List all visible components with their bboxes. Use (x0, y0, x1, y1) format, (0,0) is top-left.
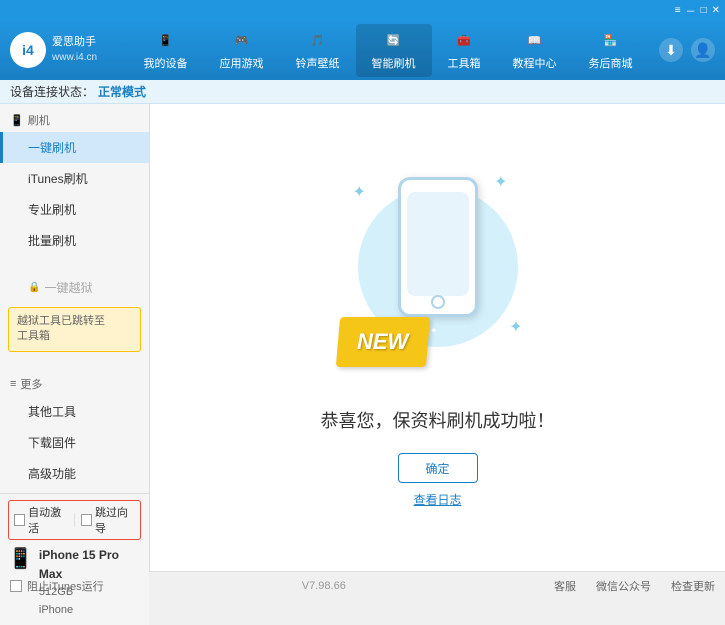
itunes-checkbox[interactable] (10, 580, 22, 592)
sparkle-icon-2: ✦ (494, 172, 507, 192)
illustration-phone-body (398, 177, 478, 317)
auto-activate-check[interactable] (14, 514, 25, 526)
view-log-link[interactable]: 查看日志 (413, 491, 461, 508)
sidebar: 📱 刷机 一键刷机 iTunes刷机 专业刷机 批量刷机 🔒 一键越狱 (0, 104, 150, 571)
flash-group-icon: 📱 (10, 114, 24, 127)
nav-tutorials[interactable]: 📖 教程中心 (497, 24, 573, 77)
auto-activate-row: 自动激活 跳过向导 (8, 500, 141, 540)
checkbox-divider (74, 513, 75, 527)
wifi-icon: ≡ (675, 5, 681, 16)
new-badge: ✦✦ NEW ✦ (335, 317, 429, 367)
stars-right: ✦ (429, 326, 436, 335)
nav-apps-games[interactable]: 🎮 应用游戏 (204, 24, 280, 77)
auto-activate-checkbox[interactable]: 自动激活 (14, 504, 68, 536)
sidebar-jailbreak-section: 🔒 一键越狱 越狱工具已跳转至工具箱 (0, 268, 149, 360)
time-activate-label: 跳过向导 (95, 504, 135, 536)
time-activate-check[interactable] (81, 514, 92, 526)
status-link-customer-service[interactable]: 客服 (554, 578, 576, 594)
time-activate-checkbox[interactable]: 跳过向导 (81, 504, 135, 536)
breadcrumb-status: 正常模式 (98, 83, 146, 100)
breadcrumb-prefix: 设备连接状态： (10, 83, 94, 100)
nav-bar: 📱 我的设备 🎮 应用游戏 🎵 铃声壁纸 🔄 智能刷机 🧰 工具箱 📖 教程中心… (117, 24, 659, 77)
sidebar-one-key-flash[interactable]: 一键刷机 (0, 132, 149, 163)
service-icon: 🏪 (597, 30, 625, 52)
sparkle-icon-3: ✦ (509, 317, 522, 337)
jailbreak-notice: 越狱工具已跳转至工具箱 (8, 307, 141, 352)
ringtones-icon: 🎵 (304, 30, 332, 52)
apps-icon: 🎮 (228, 30, 256, 52)
minimize-icon[interactable]: － (686, 3, 696, 18)
more-group-label: ≡ 更多 (0, 372, 149, 396)
success-message: 恭喜您，保资料刷机成功啦！ (321, 407, 555, 433)
download-button[interactable]: ⬇ (659, 38, 683, 62)
sidebar-more-section: ≡ 更多 其他工具 下载固件 高级功能 (0, 368, 149, 493)
toolbox-icon: 🧰 (450, 30, 478, 52)
sidebar-device-bottom: 自动激活 跳过向导 📱 iPhone 15 Pro Max 512GB iPho… (0, 493, 149, 625)
sidebar-jailbreak-label: 🔒 一键越狱 (0, 272, 149, 303)
device-phone-icon: 📱 (8, 546, 33, 571)
more-group-icon: ≡ (10, 378, 16, 390)
main-content: ✦ ✦ ✦ ✦✦ NEW ✦ 恭喜您，保资料刷机成功啦！ 确定 查看日志 (150, 104, 725, 571)
maximize-icon[interactable]: □ (701, 5, 707, 16)
window-controls-bar: ≡ － □ ✕ (0, 0, 725, 20)
stars-left: ✦✦ (324, 326, 338, 335)
device-bottom-panel: 自动激活 跳过向导 📱 iPhone 15 Pro Max 512GB iPho… (0, 493, 149, 625)
nav-my-device[interactable]: 📱 我的设备 (128, 24, 204, 77)
sidebar-pro-flash[interactable]: 专业刷机 (0, 194, 149, 225)
itunes-control: 阻止iTunes运行 (10, 578, 104, 594)
sidebar-batch-flash[interactable]: 批量刷机 (0, 225, 149, 256)
status-link-wechat[interactable]: 微信公众号 (596, 578, 651, 594)
auto-activate-label: 自动激活 (28, 504, 68, 536)
itunes-label: 阻止iTunes运行 (27, 578, 104, 594)
sidebar-download-firmware[interactable]: 下载固件 (0, 427, 149, 458)
close-icon[interactable]: ✕ (712, 5, 720, 16)
logo-area: i4 爱思助手 www.i4.cn (10, 32, 97, 68)
nav-service[interactable]: 🏪 务后商城 (573, 24, 649, 77)
lock-icon: 🔒 (28, 282, 40, 293)
breadcrumb-bar: 设备连接状态： 正常模式 (0, 80, 725, 104)
confirm-button[interactable]: 确定 (398, 453, 478, 483)
device-type: iPhone (39, 602, 141, 620)
sparkle-icon-1: ✦ (353, 182, 366, 202)
logo-icon: i4 (10, 32, 46, 68)
version-label: V7.98.66 (302, 580, 346, 592)
tutorials-icon: 📖 (521, 30, 549, 52)
status-link-update[interactable]: 检查更新 (671, 578, 715, 594)
main-layout: 📱 刷机 一键刷机 iTunes刷机 专业刷机 批量刷机 🔒 一键越狱 (0, 104, 725, 571)
phone-illustration: ✦ ✦ ✦ ✦✦ NEW ✦ (348, 167, 528, 387)
sidebar-advanced[interactable]: 高级功能 (0, 458, 149, 489)
illustration-phone-screen (407, 192, 469, 296)
status-links: 客服 微信公众号 检查更新 (554, 578, 715, 594)
sidebar-other-tools[interactable]: 其他工具 (0, 396, 149, 427)
my-device-icon: 📱 (152, 30, 180, 52)
smart-flash-icon: 🔄 (380, 30, 408, 52)
user-button[interactable]: 👤 (691, 38, 715, 62)
illustration-phone-home (431, 295, 445, 309)
nav-toolbox[interactable]: 🧰 工具箱 (432, 24, 497, 77)
header: i4 爱思助手 www.i4.cn 📱 我的设备 🎮 应用游戏 🎵 铃声壁纸 🔄… (0, 20, 725, 80)
new-text: NEW (357, 329, 408, 355)
nav-smart-flash[interactable]: 🔄 智能刷机 (356, 24, 432, 77)
flash-group-label: 📱 刷机 (0, 108, 149, 132)
sidebar-flash-section: 📱 刷机 一键刷机 iTunes刷机 专业刷机 批量刷机 (0, 104, 149, 260)
logo-text: 爱思助手 www.i4.cn (52, 35, 97, 64)
nav-ringtones[interactable]: 🎵 铃声壁纸 (280, 24, 356, 77)
header-right: ⬇ 👤 (659, 38, 715, 62)
sidebar-itunes-flash[interactable]: iTunes刷机 (0, 163, 149, 194)
